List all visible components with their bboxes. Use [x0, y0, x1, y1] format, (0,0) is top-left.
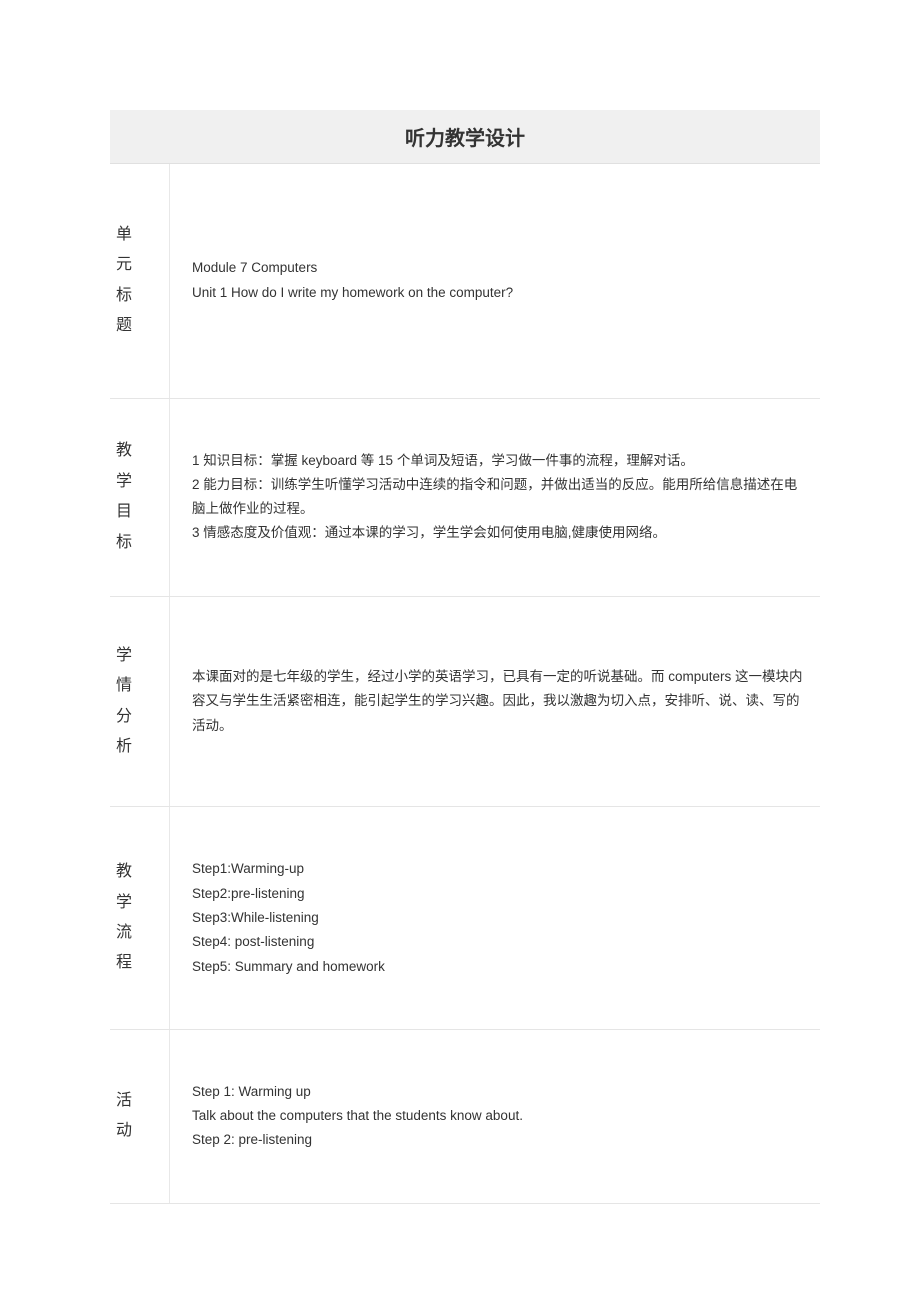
label-char: 析 — [116, 732, 132, 762]
label-char: 流 — [116, 918, 132, 948]
content-unit-title: Module 7 Computers Unit 1 How do I write… — [170, 164, 820, 398]
label-char: 教 — [116, 857, 132, 887]
lesson-plan-table: 听力教学设计 单 元 标 题 Module 7 Computers Unit 1… — [110, 110, 820, 1204]
content-teaching-goals: 1 知识目标：掌握 keyboard 等 15 个单词及短语，学习做一件事的流程… — [170, 399, 820, 596]
label-char: 程 — [116, 948, 132, 978]
label-char: 情 — [116, 671, 132, 701]
text-line: Talk about the computers that the studen… — [192, 1104, 810, 1128]
row-activity: 活 动 Step 1: Warming up Talk about the co… — [110, 1030, 820, 1204]
label-teaching-goals: 教 学 目 标 — [110, 399, 170, 596]
text-line: 1 知识目标：掌握 keyboard 等 15 个单词及短语，学习做一件事的流程… — [192, 449, 810, 473]
text-line: Step1:Warming-up — [192, 857, 810, 881]
content-teaching-flow: Step1:Warming-up Step2:pre-listening Ste… — [170, 807, 820, 1028]
label-char: 学 — [116, 467, 132, 497]
label-char: 动 — [116, 1116, 132, 1146]
label-char: 标 — [116, 528, 132, 558]
row-unit-title: 单 元 标 题 Module 7 Computers Unit 1 How do… — [110, 164, 820, 399]
label-activity: 活 动 — [110, 1030, 170, 1203]
label-char: 标 — [116, 281, 132, 311]
content-student-analysis: 本课面对的是七年级的学生，经过小学的英语学习，已具有一定的听说基础。而 comp… — [170, 597, 820, 807]
label-char: 分 — [116, 702, 132, 732]
label-student-analysis: 学 情 分 析 — [110, 597, 170, 807]
label-char: 题 — [116, 311, 132, 341]
content-activity: Step 1: Warming up Talk about the comput… — [170, 1030, 820, 1203]
label-char: 元 — [116, 250, 132, 280]
text-line: Step4: post-listening — [192, 930, 810, 954]
text-line: Step2:pre-listening — [192, 882, 810, 906]
table-title: 听力教学设计 — [110, 110, 820, 164]
text-line: Step5: Summary and homework — [192, 955, 810, 979]
text-line: Unit 1 How do I write my homework on the… — [192, 281, 810, 305]
label-char: 单 — [116, 220, 132, 250]
row-student-analysis: 学 情 分 析 本课面对的是七年级的学生，经过小学的英语学习，已具有一定的听说基… — [110, 597, 820, 808]
label-unit-title: 单 元 标 题 — [110, 164, 170, 398]
label-char: 学 — [116, 888, 132, 918]
row-teaching-flow: 教 学 流 程 Step1:Warming-up Step2:pre-liste… — [110, 807, 820, 1029]
text-line: Module 7 Computers — [192, 256, 810, 280]
text-line: Step3:While-listening — [192, 906, 810, 930]
label-char: 目 — [116, 497, 132, 527]
label-char: 教 — [116, 436, 132, 466]
text-line: 3 情感态度及价值观：通过本课的学习，学生学会如何使用电脑,健康使用网络。 — [192, 521, 810, 545]
label-char: 活 — [116, 1086, 132, 1116]
text-line: Step 2: pre-listening — [192, 1128, 810, 1152]
text-line: 本课面对的是七年级的学生，经过小学的英语学习，已具有一定的听说基础。而 comp… — [192, 665, 810, 738]
row-teaching-goals: 教 学 目 标 1 知识目标：掌握 keyboard 等 15 个单词及短语，学… — [110, 399, 820, 597]
text-line: 2 能力目标：训练学生听懂学习活动中连续的指令和问题，并做出适当的反应。能用所给… — [192, 473, 810, 522]
label-teaching-flow: 教 学 流 程 — [110, 807, 170, 1028]
label-char: 学 — [116, 641, 132, 671]
text-line: Step 1: Warming up — [192, 1080, 810, 1104]
